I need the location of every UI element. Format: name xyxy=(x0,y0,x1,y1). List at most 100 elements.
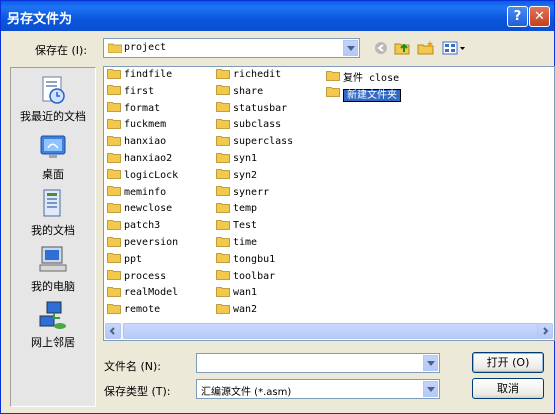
up-folder-icon[interactable] xyxy=(394,40,412,56)
folder-name: fuckmem xyxy=(124,119,167,131)
folder-icon xyxy=(107,152,121,163)
place-recent-documents[interactable]: 我最近的文档 xyxy=(11,74,95,124)
my-documents-icon xyxy=(38,188,68,220)
new-folder-icon[interactable] xyxy=(417,40,435,56)
folder-item[interactable]: subclass xyxy=(216,118,282,135)
folder-icon xyxy=(216,253,230,264)
folder-name: ppt xyxy=(124,253,143,265)
folder-name: hanxiao xyxy=(124,136,167,148)
folder-item[interactable]: fuckmem xyxy=(107,118,167,135)
folder-item[interactable]: syn2 xyxy=(216,169,257,186)
filetype-dropdown-button[interactable] xyxy=(423,381,438,397)
filename-input[interactable] xyxy=(196,353,440,373)
places-bar: 我最近的文档 桌面 我的文档 我的电脑 网上邻居 xyxy=(10,67,96,407)
folder-item[interactable]: tongbu1 xyxy=(216,253,275,270)
folder-icon xyxy=(107,85,121,96)
folder-icon xyxy=(216,219,230,230)
folder-name: 复件 close xyxy=(343,73,400,84)
chevron-left-icon xyxy=(109,327,115,335)
folder-icon xyxy=(107,118,121,129)
folder-item[interactable]: superclass xyxy=(216,135,294,152)
filename-dropdown-button[interactable] xyxy=(423,355,438,371)
folder-name: temp xyxy=(233,203,258,215)
folder-item[interactable]: findfile xyxy=(107,68,172,85)
folder-name: hanxiao2 xyxy=(124,153,173,164)
folder-icon xyxy=(216,118,230,129)
folder-item[interactable]: logicLock xyxy=(107,169,179,186)
place-label: 我的电脑 xyxy=(31,280,75,293)
folder-name: subclass xyxy=(233,119,282,131)
folder-name: realModel xyxy=(124,287,179,299)
folder-icon xyxy=(216,169,230,180)
folder-name: richedit xyxy=(233,69,282,80)
folder-name: superclass xyxy=(233,136,294,148)
folder-item[interactable]: remote xyxy=(107,303,160,320)
folder-icon xyxy=(216,202,230,213)
folder-item[interactable]: statusbar xyxy=(216,102,287,119)
folder-item[interactable]: ppt xyxy=(107,253,143,270)
filename-label: 文件名 (N): xyxy=(104,360,162,373)
place-network-places[interactable]: 网上邻居 xyxy=(11,300,95,350)
help-button[interactable]: ? xyxy=(507,6,528,27)
folder-item[interactable]: toolbar xyxy=(216,270,275,287)
folder-item[interactable]: 复件 close xyxy=(326,69,399,85)
folder-item[interactable]: wan2 xyxy=(216,303,258,320)
folder-item[interactable]: realModel xyxy=(107,286,179,303)
folder-item[interactable]: temp xyxy=(216,202,258,219)
folder-item[interactable]: format xyxy=(107,102,160,119)
folder-name: wan2 xyxy=(233,304,258,316)
open-button[interactable]: 打开 (O) xyxy=(472,352,544,373)
folder-item[interactable]: first xyxy=(107,85,154,102)
cancel-button[interactable]: 取消 xyxy=(472,378,544,399)
folder-item[interactable]: time xyxy=(216,236,257,253)
folder-item[interactable]: newclose xyxy=(107,202,172,219)
file-list[interactable]: findfile first format fuckmem hanxiao hanxiao… xyxy=(103,66,555,341)
place-label: 我的文档 xyxy=(31,224,75,237)
folder-name: Test xyxy=(233,220,258,232)
my-computer-icon xyxy=(38,244,68,276)
scroll-left-button[interactable] xyxy=(105,323,121,339)
folder-item[interactable]: patch3 xyxy=(107,219,160,236)
place-my-computer[interactable]: 我的电脑 xyxy=(11,244,95,294)
chevron-right-icon xyxy=(543,327,549,335)
save-in-dropdown-button[interactable] xyxy=(343,40,358,56)
back-icon[interactable] xyxy=(373,40,391,56)
save-as-dialog: 另存文件为 ? ✕ 保存在 (I): project 我最近的文档 桌面 我的文… xyxy=(0,0,555,414)
title-bar[interactable]: 另存文件为 ? ✕ xyxy=(1,1,554,31)
desktop-icon xyxy=(38,132,68,164)
folder-item[interactable]: 新建文件夹 xyxy=(326,86,401,102)
folder-icon xyxy=(216,135,230,146)
view-menu-icon[interactable] xyxy=(442,40,466,56)
folder-item[interactable]: process xyxy=(107,270,167,287)
folder-item[interactable]: wan1 xyxy=(216,286,258,303)
folder-icon xyxy=(216,286,230,297)
place-desktop[interactable]: 桌面 xyxy=(11,132,95,182)
scroll-right-button[interactable] xyxy=(537,323,553,339)
place-label: 我最近的文档 xyxy=(20,110,86,123)
filetype-dropdown[interactable]: 汇编源文件 (*.asm) xyxy=(196,379,440,399)
folder-item[interactable]: richedit xyxy=(216,68,282,85)
folder-name: meminfo xyxy=(124,186,167,198)
folder-item[interactable]: peversion xyxy=(107,236,178,253)
folder-item[interactable]: synerr xyxy=(216,186,269,203)
folder-name: wan1 xyxy=(233,287,258,299)
place-label: 网上邻居 xyxy=(31,336,75,349)
folder-item[interactable]: share xyxy=(216,85,263,102)
folder-item[interactable]: hanxiao xyxy=(107,135,167,152)
folder-item[interactable]: syn1 xyxy=(216,152,257,169)
folder-item[interactable]: Test xyxy=(216,219,258,236)
folder-item[interactable]: hanxiao2 xyxy=(107,152,173,169)
scroll-thumb[interactable] xyxy=(123,323,539,339)
folder-icon xyxy=(108,43,122,53)
horizontal-scrollbar[interactable] xyxy=(105,323,553,339)
folder-name: logicLock xyxy=(124,169,179,181)
folder-icon xyxy=(107,68,121,79)
folder-name: process xyxy=(124,270,167,282)
save-in-dropdown[interactable]: project xyxy=(103,38,360,58)
place-my-documents[interactable]: 我的文档 xyxy=(11,188,95,238)
close-button[interactable]: ✕ xyxy=(529,6,550,27)
filetype-value: 汇编源文件 (*.asm) xyxy=(201,387,292,398)
folder-item[interactable]: meminfo xyxy=(107,186,167,203)
folder-icon xyxy=(216,270,230,280)
folder-icon xyxy=(216,102,230,112)
